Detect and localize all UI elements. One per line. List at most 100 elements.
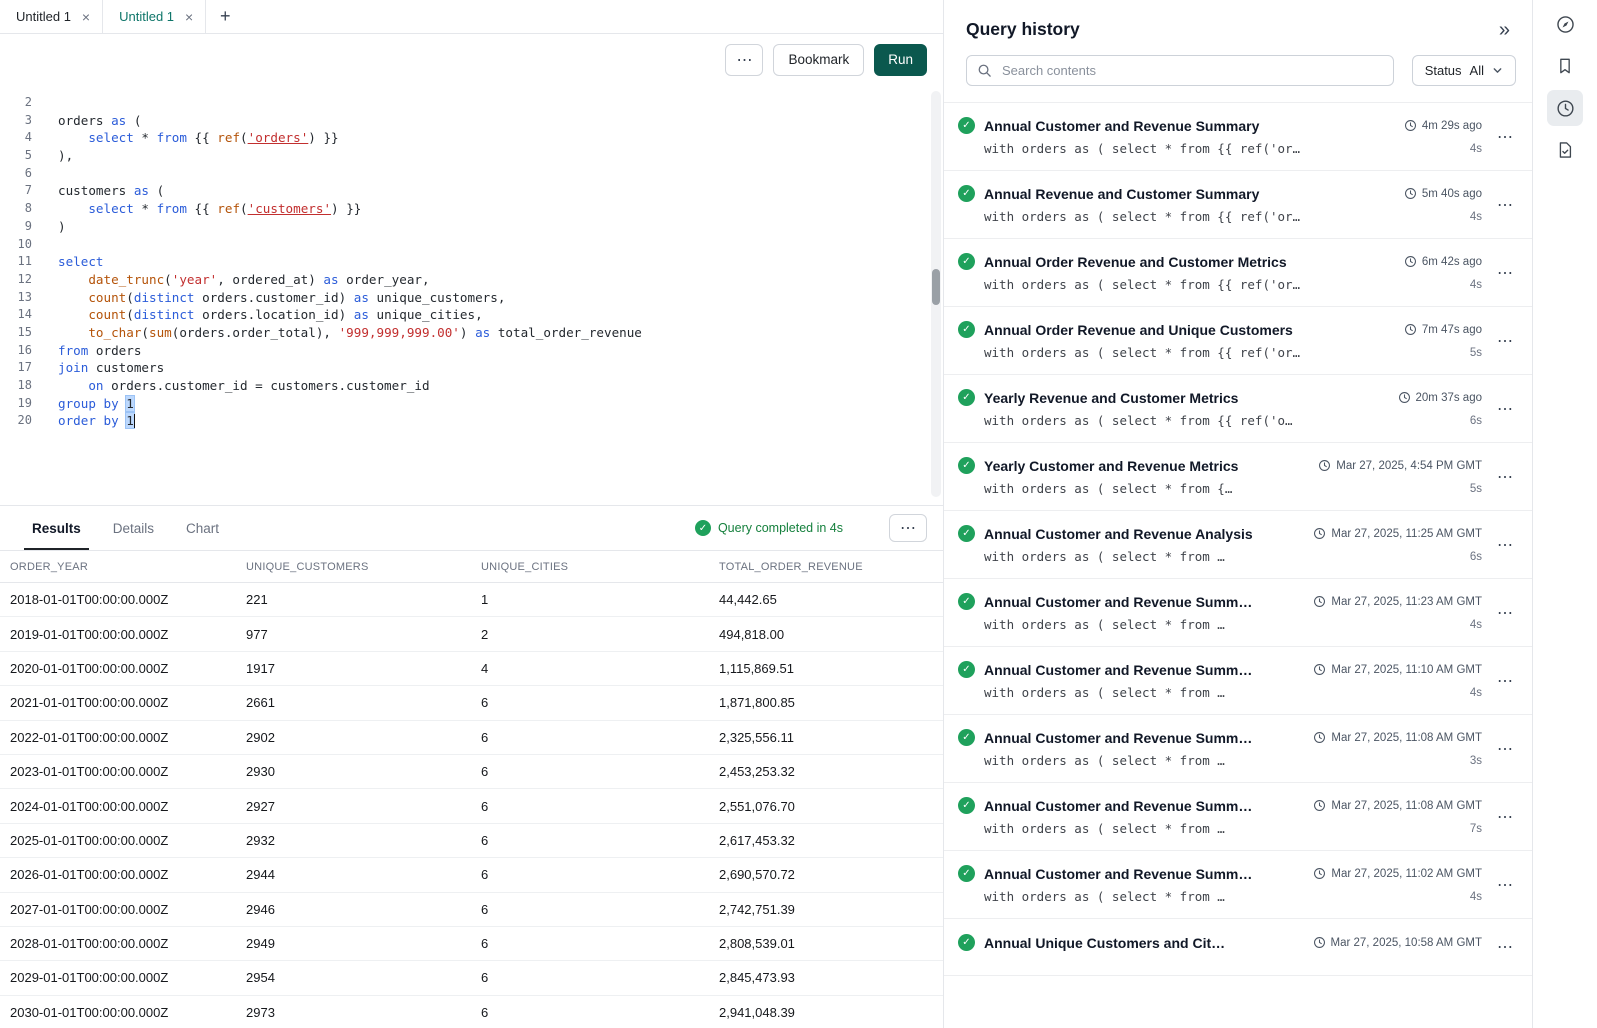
query-history-item[interactable]: ✓Annual Customer and Revenue Summ…Mar 27… <box>944 783 1532 851</box>
item-menu-button[interactable]: ⋯ <box>1493 803 1517 831</box>
table-row[interactable]: 2023-01-01T00:00:00.000Z293062,453,253.3… <box>0 755 943 789</box>
bookmarks-icon[interactable] <box>1547 48 1583 84</box>
compass-icon[interactable] <box>1547 6 1583 42</box>
query-title: Annual Revenue and Customer Summary <box>984 186 1390 202</box>
query-timestamp: Mar 27, 2025, 4:54 PM GMT <box>1306 459 1482 472</box>
table-row[interactable]: 2021-01-01T00:00:00.000Z266161,871,800.8… <box>0 686 943 720</box>
scrollbar-thumb[interactable] <box>932 269 940 305</box>
run-button[interactable]: Run <box>874 44 927 76</box>
item-menu-button[interactable]: ⋯ <box>1493 599 1517 627</box>
query-history-item[interactable]: ✓Yearly Revenue and Customer Metrics20m … <box>944 375 1532 443</box>
table-cell: 2029-01-01T00:00:00.000Z <box>0 970 236 985</box>
sql-editor[interactable]: 234567891011121314151617181920 orders as… <box>0 85 943 505</box>
query-history-item[interactable]: ✓Annual Revenue and Customer Summary5m 4… <box>944 171 1532 239</box>
query-history-item[interactable]: ✓Annual Order Revenue and Unique Custome… <box>944 307 1532 375</box>
item-menu-button[interactable]: ⋯ <box>1493 191 1517 219</box>
tab-bar: Untitled 1 × Untitled 1 × + <box>0 0 943 34</box>
item-menu-button[interactable]: ⋯ <box>1493 395 1517 423</box>
query-history-item[interactable]: ✓Annual Customer and Revenue Summ…Mar 27… <box>944 715 1532 783</box>
table-row[interactable]: 2030-01-01T00:00:00.000Z297362,941,048.3… <box>0 996 943 1028</box>
query-history-item[interactable]: ✓Annual Unique Customers and Cit…Mar 27,… <box>944 919 1532 976</box>
timestamp-text: 7m 47s ago <box>1422 324 1482 336</box>
query-history-item[interactable]: ✓Annual Customer and Revenue Summ…Mar 27… <box>944 647 1532 715</box>
tab-untitled-1[interactable]: Untitled 1 × <box>0 0 103 33</box>
table-row[interactable]: 2022-01-01T00:00:00.000Z290262,325,556.1… <box>0 721 943 755</box>
table-row[interactable]: 2027-01-01T00:00:00.000Z294662,742,751.3… <box>0 893 943 927</box>
table-cell: 6 <box>471 867 709 882</box>
line-number: 2 <box>0 94 32 112</box>
table-cell: 6 <box>471 1005 709 1020</box>
timestamp-text: Mar 27, 2025, 11:08 AM GMT <box>1331 732 1482 744</box>
line-number: 18 <box>0 377 32 395</box>
table-row[interactable]: 2029-01-01T00:00:00.000Z295462,845,473.9… <box>0 961 943 995</box>
item-menu-button[interactable]: ⋯ <box>1493 871 1517 899</box>
code-line: ) <box>58 218 943 236</box>
query-history-item[interactable]: ✓Annual Customer and Revenue Summ…Mar 27… <box>944 579 1532 647</box>
close-icon[interactable]: × <box>82 10 90 24</box>
query-history-item[interactable]: ✓Annual Order Revenue and Customer Metri… <box>944 239 1532 307</box>
query-history-item[interactable]: ✓Yearly Customer and Revenue MetricsMar … <box>944 443 1532 511</box>
line-number: 13 <box>0 289 32 307</box>
editor-scrollbar[interactable] <box>931 91 941 497</box>
item-menu-button[interactable]: ⋯ <box>1493 933 1517 961</box>
tab-results[interactable]: Results <box>32 506 81 550</box>
table-row[interactable]: 2024-01-01T00:00:00.000Z292762,551,076.7… <box>0 789 943 823</box>
table-row[interactable]: 2028-01-01T00:00:00.000Z294962,808,539.0… <box>0 927 943 961</box>
query-history-item[interactable]: ✓Annual Customer and Revenue Summ…Mar 27… <box>944 851 1532 919</box>
editor-code[interactable]: orders as ( select * from {{ ref('orders… <box>44 94 943 505</box>
table-cell: 2025-01-01T00:00:00.000Z <box>0 833 236 848</box>
table-row[interactable]: 2025-01-01T00:00:00.000Z293262,617,453.3… <box>0 824 943 858</box>
query-preview: with orders as ( select * from {… <box>984 481 1304 496</box>
new-tab-button[interactable]: + <box>206 0 244 33</box>
close-icon[interactable]: × <box>185 10 193 24</box>
code-line: ), <box>58 147 943 165</box>
editor-toolbar: ⋯ Bookmark Run <box>0 34 943 85</box>
search-input[interactable] <box>1000 62 1383 79</box>
item-menu-button[interactable]: ⋯ <box>1493 123 1517 151</box>
query-duration: 4s <box>1470 687 1482 699</box>
item-menu-button[interactable]: ⋯ <box>1493 667 1517 695</box>
query-history-item[interactable]: ✓Annual Customer and Revenue Summary4m 2… <box>944 103 1532 171</box>
table-cell: 2,845,473.93 <box>709 970 943 985</box>
query-history-icon[interactable] <box>1547 90 1583 126</box>
table-cell: 6 <box>471 695 709 710</box>
table-row[interactable]: 2020-01-01T00:00:00.000Z191741,115,869.5… <box>0 652 943 686</box>
collapse-panel-icon[interactable]: » <box>1499 20 1510 40</box>
status-filter-dropdown[interactable]: Status All <box>1412 55 1516 86</box>
item-menu-button[interactable]: ⋯ <box>1493 735 1517 763</box>
file-check-icon[interactable] <box>1547 132 1583 168</box>
query-preview: with orders as ( select * from {{ ref('o… <box>984 209 1390 224</box>
query-history-item[interactable]: ✓Annual Customer and Revenue AnalysisMar… <box>944 511 1532 579</box>
query-duration: 4s <box>1470 891 1482 903</box>
table-row[interactable]: 2026-01-01T00:00:00.000Z294462,690,570.7… <box>0 858 943 892</box>
table-row[interactable]: 2019-01-01T00:00:00.000Z9772494,818.00 <box>0 617 943 651</box>
table-cell: 2021-01-01T00:00:00.000Z <box>0 695 236 710</box>
results-body: 2018-01-01T00:00:00.000Z221144,442.65201… <box>0 583 943 1028</box>
query-title: Yearly Revenue and Customer Metrics <box>984 390 1384 406</box>
table-cell: 2932 <box>236 833 471 848</box>
table-row[interactable]: 2018-01-01T00:00:00.000Z221144,442.65 <box>0 583 943 617</box>
table-cell: 6 <box>471 833 709 848</box>
item-menu-button[interactable]: ⋯ <box>1493 463 1517 491</box>
item-menu-button[interactable]: ⋯ <box>1493 259 1517 287</box>
item-menu-button[interactable]: ⋯ <box>1493 531 1517 559</box>
line-number: 15 <box>0 324 32 342</box>
success-icon: ✓ <box>958 865 975 882</box>
table-cell: 1,871,800.85 <box>709 695 943 710</box>
query-preview: with orders as ( select * from {{ ref('o… <box>984 277 1390 292</box>
query-title: Annual Customer and Revenue Summ… <box>984 730 1299 746</box>
code-line: date_trunc('year', ordered_at) as order_… <box>58 271 943 289</box>
query-preview: with orders as ( select * from … <box>984 753 1299 768</box>
table-cell: 6 <box>471 764 709 779</box>
tab-untitled-2[interactable]: Untitled 1 × <box>103 0 206 33</box>
bookmark-button[interactable]: Bookmark <box>773 44 864 76</box>
status-filter-value: All <box>1470 63 1484 78</box>
tab-details[interactable]: Details <box>113 506 154 550</box>
results-more-button[interactable]: ⋯ <box>889 514 927 542</box>
item-menu-button[interactable]: ⋯ <box>1493 327 1517 355</box>
search-box[interactable] <box>966 55 1394 86</box>
more-options-button[interactable]: ⋯ <box>725 44 763 76</box>
success-icon: ✓ <box>695 520 711 536</box>
tab-chart[interactable]: Chart <box>186 506 219 550</box>
table-cell: 221 <box>236 592 471 607</box>
